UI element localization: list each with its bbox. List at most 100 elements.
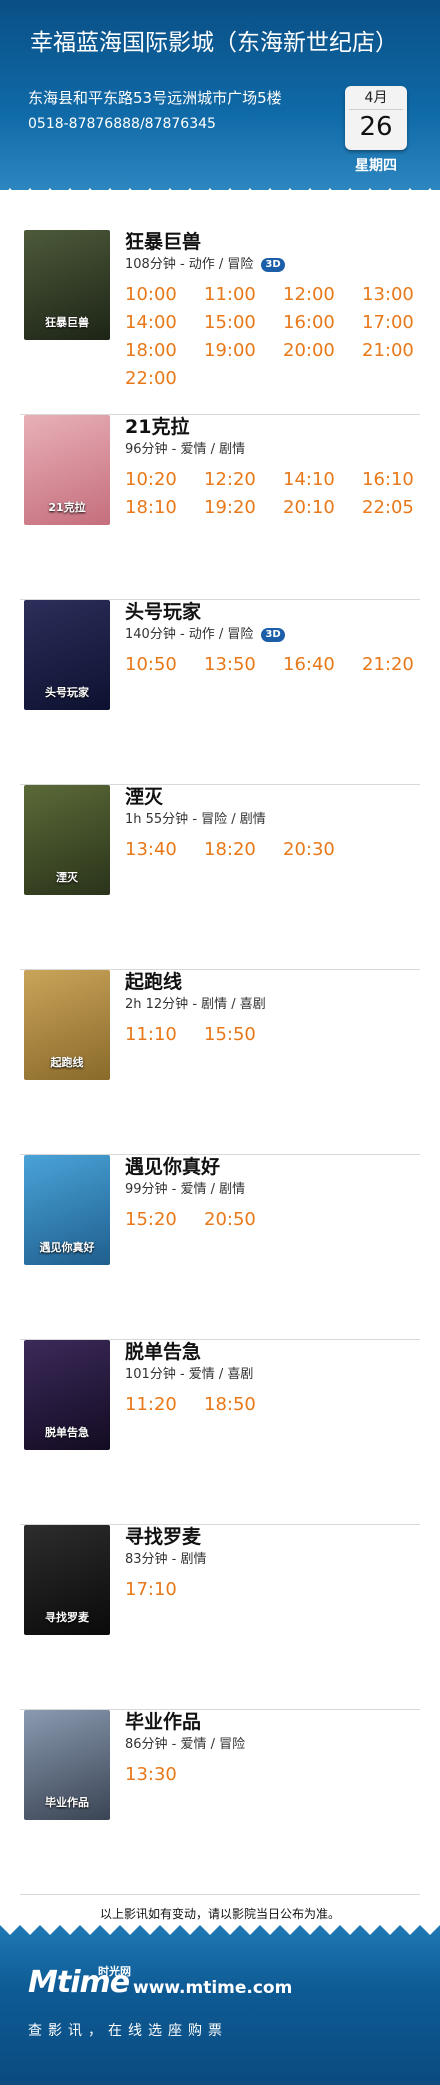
showtime[interactable]: 17:10	[125, 1579, 204, 1601]
movie-meta: 99分钟 - 爱情 / 剧情	[125, 1182, 246, 1197]
movie-item[interactable]: 脱单告急 脱单告急 101分钟 - 爱情 / 喜剧 11:20 18:50	[20, 1340, 420, 1525]
showtimes: 10:20 12:20 14:10 16:10 18:10 19:20 20:10 22:05	[125, 469, 425, 519]
poster-title-text: 脱单告急	[45, 1426, 89, 1439]
movie-meta-row: 99分钟 - 爱情 / 剧情	[125, 1181, 245, 1199]
movie-item[interactable]: 湮灭 湮灭 1h 55分钟 - 冒险 / 剧情 13:40 18:20 20:30	[20, 785, 420, 970]
movie-poster[interactable]: 湮灭	[24, 785, 110, 895]
movie-poster[interactable]: 毕业作品	[24, 1710, 110, 1820]
cinema-phone: 0518-87876888/87876345	[28, 116, 216, 132]
showtime[interactable]: 10:50	[125, 654, 204, 676]
movie-meta-row: 86分钟 - 爱情 / 冒险	[125, 1736, 245, 1754]
movie-item[interactable]: 寻找罗麦 寻找罗麦 83分钟 - 剧情 17:10	[20, 1525, 420, 1710]
showtime[interactable]: 15:00	[204, 312, 283, 334]
poster-title-text: 起跑线	[50, 1056, 84, 1069]
movie-meta-row: 101分钟 - 爱情 / 喜剧	[125, 1366, 253, 1384]
showtime[interactable]: 10:20	[125, 469, 204, 491]
showtime[interactable]: 20:00	[283, 340, 362, 362]
poster-title-text: 头号玩家	[45, 686, 89, 699]
footer-slogan: 查影讯，在线选座购票	[28, 2023, 228, 2039]
disclaimer-note: 以上影讯如有变动，请以影院当日公布为准。	[99, 1907, 340, 1921]
movie-item[interactable]: 21克拉 21克拉 96分钟 - 爱情 / 剧情 10:20 12:20 14:10 16:…	[20, 415, 420, 600]
date-card: 4月 26	[345, 86, 407, 150]
showtime[interactable]: 20:50	[204, 1209, 283, 1231]
movie-item[interactable]: 毕业作品 毕业作品 86分钟 - 爱情 / 冒险 13:30	[20, 1710, 420, 1895]
movie-title[interactable]: 寻找罗麦	[125, 1525, 201, 1549]
footer-zigzag-edge	[0, 1925, 440, 1935]
movie-meta-row: 1h 55分钟 - 冒险 / 剧情	[125, 811, 266, 829]
showtime[interactable]: 12:20	[204, 469, 283, 491]
showtime[interactable]: 11:20	[125, 1394, 204, 1416]
poster-title-text: 寻找罗麦	[45, 1611, 89, 1624]
showtime[interactable]: 16:40	[283, 654, 362, 676]
badge-3d-icon: 3D	[261, 258, 285, 272]
movie-poster[interactable]: 脱单告急	[24, 1340, 110, 1450]
mtime-logo-cn: 时光网	[98, 1965, 131, 1978]
showtime[interactable]: 18:10	[125, 497, 204, 519]
movie-title[interactable]: 毕业作品	[125, 1710, 201, 1734]
poster-title-text: 遇见你真好	[39, 1241, 95, 1254]
cinema-name: 幸福蓝海国际影城（东海新世纪店）	[30, 30, 398, 56]
showtime[interactable]: 22:00	[125, 368, 204, 390]
showtime[interactable]: 13:00	[362, 284, 425, 306]
showtime[interactable]: 16:10	[362, 469, 425, 491]
showtime[interactable]: 21:20	[362, 654, 425, 676]
cinema-header: 幸福蓝海国际影城（东海新世纪店） 东海县和平东路53号远洲城市广场5楼 0518…	[0, 0, 440, 190]
movie-meta-row: 83分钟 - 剧情	[125, 1551, 207, 1569]
mtime-website-link[interactable]: www.mtime.com	[133, 1978, 292, 1998]
movie-poster[interactable]: 头号玩家	[24, 600, 110, 710]
movie-meta-row: 2h 12分钟 - 剧情 / 喜剧	[125, 996, 266, 1014]
movie-poster[interactable]: 寻找罗麦	[24, 1525, 110, 1635]
showtime[interactable]: 11:10	[125, 1024, 204, 1046]
poster-title-text: 21克拉	[48, 501, 86, 514]
movie-title[interactable]: 起跑线	[125, 970, 182, 994]
movie-title[interactable]: 遇见你真好	[125, 1155, 220, 1179]
movie-title[interactable]: 脱单告急	[125, 1340, 201, 1364]
movie-meta: 140分钟 - 动作 / 冒险	[125, 627, 254, 642]
movie-title[interactable]: 头号玩家	[125, 600, 201, 624]
showtime[interactable]: 21:00	[362, 340, 425, 362]
movie-item[interactable]: 起跑线 起跑线 2h 12分钟 - 剧情 / 喜剧 11:10 15:50	[20, 970, 420, 1155]
header-zigzag-edge	[0, 188, 440, 200]
movie-title[interactable]: 湮灭	[125, 785, 163, 809]
showtimes: 17:10	[125, 1579, 425, 1601]
movie-title[interactable]: 狂暴巨兽	[125, 230, 201, 254]
showtime[interactable]: 10:00	[125, 284, 204, 306]
movie-meta: 108分钟 - 动作 / 冒险	[125, 257, 254, 272]
showtime[interactable]: 15:20	[125, 1209, 204, 1231]
movie-item[interactable]: 遇见你真好 遇见你真好 99分钟 - 爱情 / 剧情 15:20 20:50	[20, 1155, 420, 1340]
movie-meta: 86分钟 - 爱情 / 冒险	[125, 1737, 246, 1752]
movie-poster[interactable]: 狂暴巨兽	[24, 230, 110, 340]
movie-meta-row: 140分钟 - 动作 / 冒险 3D	[125, 626, 285, 644]
date-day: 26	[349, 109, 403, 144]
movie-poster[interactable]: 遇见你真好	[24, 1155, 110, 1265]
showtime[interactable]: 18:00	[125, 340, 204, 362]
showtimes: 13:40 18:20 20:30	[125, 839, 425, 861]
movie-item[interactable]: 头号玩家 头号玩家 140分钟 - 动作 / 冒险 3D 10:50 13:50 16:40…	[20, 600, 420, 785]
showtime[interactable]: 22:05	[362, 497, 425, 519]
showtime[interactable]: 13:50	[204, 654, 283, 676]
showtime[interactable]: 12:00	[283, 284, 362, 306]
showtime[interactable]: 15:50	[204, 1024, 283, 1046]
showtime[interactable]: 14:00	[125, 312, 204, 334]
showtime[interactable]: 20:10	[283, 497, 362, 519]
badge-3d-icon: 3D	[261, 628, 285, 642]
showtime[interactable]: 17:00	[362, 312, 425, 334]
showtime[interactable]: 13:40	[125, 839, 204, 861]
showtime[interactable]: 16:00	[283, 312, 362, 334]
showtime[interactable]: 13:30	[125, 1764, 204, 1786]
showtime[interactable]: 18:50	[204, 1394, 283, 1416]
showtime[interactable]: 14:10	[283, 469, 362, 491]
movie-title[interactable]: 21克拉	[125, 415, 189, 439]
showtime[interactable]: 20:30	[283, 839, 362, 861]
showtimes: 13:30	[125, 1764, 425, 1786]
movie-poster[interactable]: 起跑线	[24, 970, 110, 1080]
movie-poster[interactable]: 21克拉	[24, 415, 110, 525]
showtime[interactable]: 18:20	[204, 839, 283, 861]
movie-meta: 1h 55分钟 - 冒险 / 剧情	[125, 812, 266, 827]
poster-title-text: 狂暴巨兽	[45, 316, 89, 329]
poster-title-text: 毕业作品	[45, 1796, 89, 1809]
showtime[interactable]: 19:00	[204, 340, 283, 362]
showtime[interactable]: 19:20	[204, 497, 283, 519]
movie-item[interactable]: 狂暴巨兽 狂暴巨兽 108分钟 - 动作 / 冒险 3D 10:00 11:00 12:00…	[20, 230, 420, 415]
showtime[interactable]: 11:00	[204, 284, 283, 306]
